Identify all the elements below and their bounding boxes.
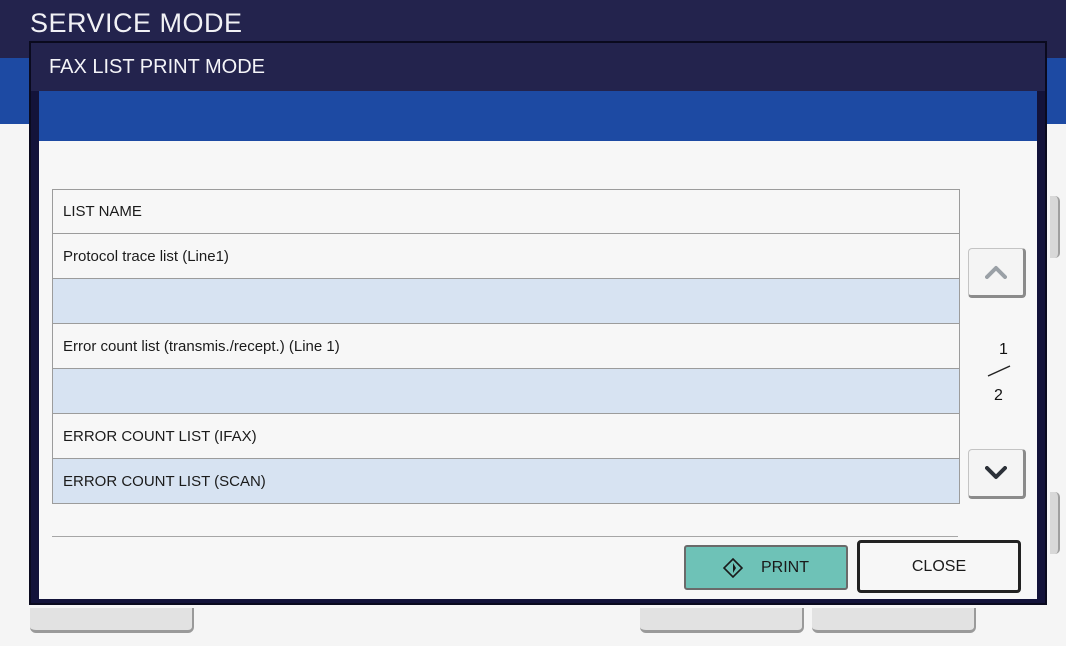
list-row-label: Error count list (transmis./recept.) (Li…: [63, 337, 340, 355]
chevron-up-icon: [985, 266, 1007, 279]
background-button: [640, 608, 804, 633]
close-button-label: CLOSE: [911, 557, 967, 575]
page-up-button[interactable]: [968, 248, 1026, 298]
list-table-header: LIST NAME: [53, 190, 959, 234]
start-diamond-icon: [723, 557, 743, 578]
background-side-tab: [1050, 492, 1060, 554]
list-row-error-count-scan[interactable]: ERROR COUNT LIST (SCAN): [53, 459, 959, 504]
background-button: [812, 608, 976, 633]
list-row-label: ERROR COUNT LIST (IFAX): [63, 427, 257, 445]
list-row-label: ERROR COUNT LIST (SCAN): [63, 472, 266, 490]
list-row-protocol-trace[interactable]: Protocol trace list (Line1): [53, 234, 959, 279]
footer-divider: [52, 536, 958, 537]
background-side-tab: [1050, 196, 1060, 258]
service-mode-title: SERVICE MODE: [30, 8, 243, 38]
list-name-column-label: LIST NAME: [63, 203, 142, 220]
chevron-down-icon: [985, 466, 1007, 479]
dialog-band: [39, 91, 1037, 141]
dialog-body: LIST NAME Protocol trace list (Line1) Er…: [39, 141, 1037, 599]
total-pages: 2: [994, 387, 1003, 404]
dialog-title-bar: FAX LIST PRINT MODE: [31, 43, 1045, 91]
page-indicator: 1 2: [969, 341, 1025, 413]
current-page: 1: [999, 341, 1008, 358]
close-button[interactable]: CLOSE: [857, 540, 1021, 593]
list-row-empty[interactable]: [53, 369, 959, 414]
list-row-error-count[interactable]: Error count list (transmis./recept.) (Li…: [53, 324, 959, 369]
list-row-label: Protocol trace list (Line1): [63, 247, 229, 265]
list-row-empty[interactable]: [53, 279, 959, 324]
list-row-error-count-ifax[interactable]: ERROR COUNT LIST (IFAX): [53, 414, 959, 459]
background-button: [30, 608, 194, 633]
list-table: LIST NAME Protocol trace list (Line1) Er…: [52, 189, 960, 504]
dialog-title: FAX LIST PRINT MODE: [49, 56, 265, 78]
page-down-button[interactable]: [968, 449, 1026, 499]
print-button[interactable]: PRINT: [684, 545, 848, 590]
page-divider-slash: [987, 365, 1011, 377]
print-button-label: PRINT: [761, 558, 809, 576]
fax-list-print-dialog: FAX LIST PRINT MODE LIST NAME Protocol t…: [29, 41, 1047, 605]
